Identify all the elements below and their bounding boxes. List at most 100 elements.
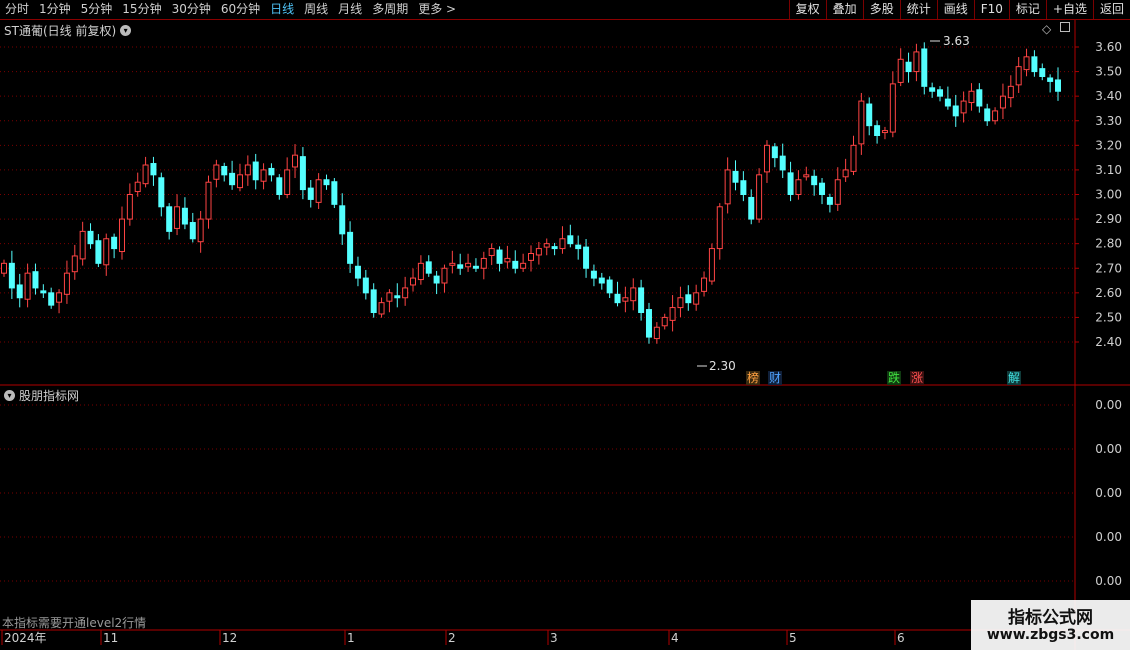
price-label: 2.60 <box>1095 286 1122 300</box>
candle-down <box>952 105 959 117</box>
chevron-down-icon[interactable]: ▾ <box>4 390 15 401</box>
candle-down <box>362 277 369 294</box>
candle-up <box>842 169 849 178</box>
candle-down <box>394 295 401 299</box>
price-label: 2.80 <box>1095 237 1122 251</box>
candle-down <box>354 265 361 279</box>
candle-up <box>260 169 267 182</box>
date-label: 2024年 <box>4 631 47 645</box>
candle-down <box>984 108 991 122</box>
candle-up <box>142 164 149 185</box>
event-tag-1[interactable]: 财 <box>768 371 783 385</box>
price-label: 3.10 <box>1095 163 1122 177</box>
event-tag-3[interactable]: 涨 <box>910 371 925 385</box>
candle-up <box>889 83 896 133</box>
date-label: 6 <box>897 631 905 645</box>
indicator-title-label: 股朋指标网 <box>19 389 80 403</box>
candle-up <box>126 194 133 220</box>
candle-up <box>622 297 629 302</box>
candle-down <box>323 179 330 186</box>
candle-up <box>850 144 857 172</box>
candle-up <box>669 307 676 321</box>
candle-up <box>71 255 78 273</box>
candle-up <box>103 238 110 266</box>
candle-down <box>567 235 574 245</box>
candle-up <box>795 179 802 195</box>
candle-up <box>236 174 243 189</box>
watermark-url: www.zbgs3.com <box>986 627 1115 643</box>
candle-down <box>307 187 314 200</box>
candle-up <box>559 238 566 250</box>
candle-down <box>433 275 440 284</box>
candle-down <box>819 182 826 195</box>
candle-down <box>1031 56 1038 73</box>
indicator-value-label: 0.00 <box>1095 530 1122 544</box>
candle-up <box>858 100 865 145</box>
event-tag-4[interactable]: 解 <box>1007 371 1022 385</box>
candle-down <box>937 89 944 97</box>
price-label: 3.30 <box>1095 114 1122 128</box>
candle-up <box>1023 56 1030 71</box>
candle-up <box>677 297 684 309</box>
date-label: 11 <box>103 631 118 645</box>
candle-up <box>724 169 731 205</box>
candle-down <box>787 172 794 196</box>
candle-down <box>229 172 236 186</box>
candle-up <box>292 154 299 168</box>
candle-up <box>315 179 322 203</box>
event-tag-2[interactable]: 跌 <box>887 371 902 385</box>
candle-up <box>417 262 424 281</box>
candle-up <box>630 287 637 302</box>
candle-up <box>756 174 763 220</box>
candle-down <box>181 207 188 225</box>
candle-down <box>732 170 739 183</box>
candle-down <box>8 262 15 289</box>
candle-down <box>826 196 833 205</box>
candle-up <box>504 257 511 263</box>
candle-down <box>606 279 613 294</box>
candle-down <box>252 161 259 181</box>
candle-down <box>944 98 951 107</box>
price-label: 2.40 <box>1095 335 1122 349</box>
candle-up <box>881 130 888 134</box>
candle-down <box>905 61 912 73</box>
candle-down <box>1039 68 1046 77</box>
candle-up <box>535 248 542 256</box>
candle-down <box>299 156 306 191</box>
candle-up <box>79 230 86 260</box>
candle-down <box>874 125 881 136</box>
candle-up <box>213 164 220 180</box>
candle-down <box>575 244 582 250</box>
high-marker-label: 3.63 <box>943 34 970 48</box>
candle-down <box>590 270 597 279</box>
event-tag-0[interactable]: 榜 <box>746 371 761 385</box>
candle-down <box>614 293 621 304</box>
candle-down <box>638 287 645 313</box>
date-label: 1 <box>347 631 355 645</box>
candle-up <box>63 272 70 295</box>
candle-down <box>779 155 786 171</box>
candle-down <box>1055 79 1061 92</box>
candle-down <box>347 231 354 264</box>
candle-down <box>268 167 275 176</box>
date-label: 4 <box>671 631 679 645</box>
candle-down <box>370 289 377 313</box>
candle-down <box>551 246 558 250</box>
candle-up <box>449 262 456 266</box>
candle-up <box>708 248 715 282</box>
candle-down <box>158 177 165 208</box>
watermark-title: 指标公式网 <box>1008 608 1093 628</box>
candle-up <box>174 206 181 229</box>
candle-down <box>929 87 936 92</box>
candle-down <box>276 177 283 196</box>
date-label: 3 <box>550 631 558 645</box>
candle-down <box>496 249 503 264</box>
candle-down <box>16 284 23 299</box>
candle-down <box>866 103 873 127</box>
candle-up <box>701 277 708 292</box>
candle-up <box>528 253 534 261</box>
candle-up <box>834 179 841 205</box>
candle-up <box>653 326 660 340</box>
candle-up <box>402 287 409 299</box>
candle-down <box>748 196 755 220</box>
